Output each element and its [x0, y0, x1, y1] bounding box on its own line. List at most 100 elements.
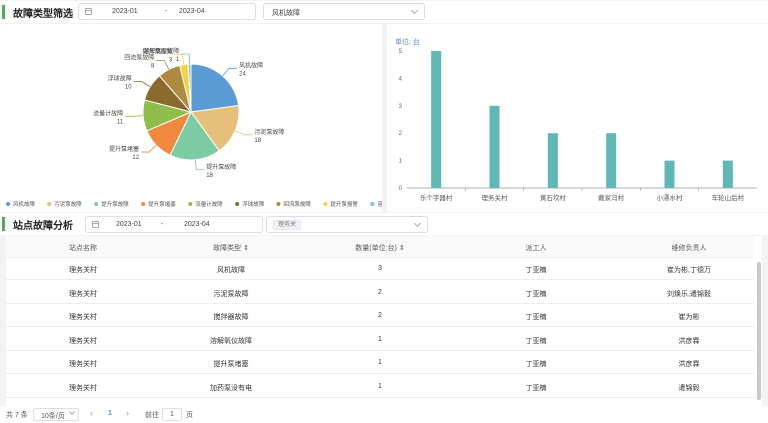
legend-label[interactable]: 回流泵故障 — [283, 200, 311, 208]
legend-marker[interactable] — [94, 202, 99, 206]
page-size-select[interactable]: 10条/页 — [33, 408, 79, 421]
pie-label-value: 1 — [176, 57, 180, 63]
table-cell: 理务关村 — [69, 314, 97, 321]
table-cell: 丁亚楠 — [525, 290, 547, 298]
section-title: 故障类型筛选 — [13, 8, 73, 20]
table-cell: 1 — [378, 335, 382, 343]
bar[interactable] — [547, 133, 558, 188]
date-start[interactable]: 2023-01 — [116, 221, 142, 228]
table-cell: 理务关村 — [69, 267, 97, 274]
legend-label[interactable]: 溶解氧仪故障 — [377, 200, 411, 208]
bar[interactable] — [489, 105, 500, 188]
legend-marker[interactable] — [276, 202, 281, 206]
date-end[interactable]: 2023-04 — [179, 8, 205, 15]
y-tick-label: 4 — [399, 76, 403, 82]
bar[interactable] — [664, 160, 675, 188]
table-cell: 理务关村 — [69, 384, 97, 392]
station-bar-chart: 单位: 台 0 1 2 3 4 5 乐个字器村 理务关村 黄石坎村 戴家冯村 小漂水村 车轮山后村 — [395, 37, 757, 202]
table-row[interactable]: 理务关村 加药泵没有电 1 丁亚楠 遣锦毅 — [6, 376, 754, 398]
section-accent — [2, 5, 5, 19]
legend-label[interactable]: 提升泵报警 — [330, 200, 358, 208]
table-row[interactable]: 理务关村 提升泵堵塞 1 丁亚楠 洪彦霖 — [6, 352, 754, 374]
fault-type-value: 风机故障 — [272, 10, 300, 17]
pie-label-line — [234, 130, 253, 136]
table-row[interactable]: 理务关村 搅拌器故障 2 丁亚楠 崔为彬 — [6, 305, 754, 327]
table-cell: 2 — [378, 312, 382, 319]
fault-type-select[interactable]: 风机故障 — [263, 3, 425, 20]
date-range-picker[interactable]: 2023-01 - 2023-04 — [78, 3, 256, 20]
pie-label-line — [222, 67, 238, 77]
pie-label-line — [133, 81, 151, 88]
legend-marker[interactable] — [47, 202, 52, 206]
pie-label-value: 18 — [206, 173, 213, 179]
legend-label[interactable]: 风机故障 — [13, 200, 36, 208]
station-tag[interactable]: 理务关 — [273, 220, 302, 230]
table-cell: 理务关村 — [69, 361, 97, 368]
bar[interactable] — [431, 51, 442, 188]
legend-label[interactable]: 流量计故障 — [195, 200, 223, 208]
pie-label-value: 8 — [151, 64, 155, 70]
pie-label-line — [125, 115, 144, 117]
bar[interactable] — [606, 133, 617, 188]
legend-marker[interactable] — [323, 202, 328, 206]
x-tick-label: 小漂水村 — [657, 193, 684, 202]
legend-label[interactable]: 提升泵堵塞 — [148, 200, 176, 208]
pie-label-name: 溶解氧仪故障 — [143, 47, 179, 55]
table-cell: 丁亚楠 — [525, 384, 547, 392]
x-tick-label: 黄石坎村 — [540, 193, 567, 202]
pie-label-value: 10 — [125, 85, 132, 91]
fault-type-pie-chart: 风机故障24污泥泵故障18提升泵故障18提升泵堵塞12流量计故障11浮球故障10… — [6, 47, 411, 208]
legend-marker[interactable] — [370, 202, 375, 206]
chevron-down-icon — [69, 409, 75, 415]
table-scrollbar[interactable] — [757, 262, 761, 400]
table-row[interactable]: 理务关村回流泵故障1丁亚楠丁德万 — [6, 399, 754, 406]
next-page-button[interactable]: › — [126, 408, 129, 418]
sort-icon[interactable]: ⇕ — [243, 245, 249, 252]
col-station: 站点名称 — [69, 245, 97, 252]
col-quantity[interactable]: 数量(单位:台) ⇕ — [355, 243, 404, 253]
station-select[interactable]: 理务关 — [266, 216, 428, 233]
section-title: 站点故障分析 — [13, 220, 73, 232]
legend-label[interactable]: 提升泵故障 — [101, 200, 129, 208]
date-separator: - — [165, 8, 168, 15]
date-start[interactable]: 2023-01 — [112, 8, 138, 15]
page-size-value: 10条/页 — [41, 413, 65, 420]
legend-marker[interactable] — [235, 202, 240, 206]
section-accent — [2, 217, 5, 231]
pie-label-line — [156, 60, 170, 70]
pie-label-name: 流量计故障 — [93, 109, 123, 117]
y-tick-label: 3 — [399, 104, 403, 110]
sort-icon[interactable]: ⇕ — [399, 245, 405, 252]
table-cell: 崔为彬 — [678, 314, 700, 321]
pie-label-value: 3 — [169, 58, 173, 64]
table-row[interactable]: 理务关村 溶解氧仪故障 1 丁亚楠 洪彦霖 — [6, 329, 754, 351]
table-cell: 搅拌器故障 — [213, 314, 249, 321]
table-row[interactable]: 理务关村 风机故障 3 丁亚楠 崔为彬,丁德万 — [6, 258, 754, 280]
legend-marker[interactable] — [6, 202, 10, 206]
prev-page-button[interactable]: ‹ — [90, 408, 93, 418]
legend-label[interactable]: 污泥泵故障 — [54, 200, 82, 208]
table-cell: 2 — [378, 288, 382, 296]
table-cell: 丁亚楠 — [525, 267, 547, 274]
pie-slice[interactable] — [190, 63, 240, 113]
date-end[interactable]: 2023-04 — [184, 221, 210, 228]
total-count: 共 7 条 — [6, 412, 28, 419]
chevron-down-icon — [410, 6, 419, 15]
table-cell: 丁亚楠 — [525, 361, 547, 368]
pie-label-value: 24 — [239, 71, 246, 77]
legend-marker[interactable] — [141, 202, 146, 206]
page-suffix: 页 — [186, 412, 193, 419]
legend-marker[interactable] — [188, 202, 193, 206]
bar[interactable] — [722, 160, 733, 188]
goto-page-input[interactable]: 1 — [162, 408, 182, 421]
legend-label[interactable]: 浮球故障 — [242, 200, 265, 208]
x-tick-label: 乐个字器村 — [420, 193, 453, 202]
table-row[interactable]: 理务关村 污泥泵故障 2 丁亚楠 刘焕乐,遣锦毅 — [6, 282, 754, 304]
station-date-range-picker[interactable]: 2023-01 - 2023-04 — [85, 216, 263, 233]
table-header: 站点名称 故障类型 ⇕ 数量(单位:台) ⇕ 派工人 维修负责人 — [6, 236, 754, 258]
col-fault-type[interactable]: 故障类型 ⇕ — [213, 243, 249, 253]
col-repair-lead: 维修负责人 — [671, 245, 707, 252]
current-page[interactable]: 1 — [108, 410, 112, 417]
table-cell: 1 — [378, 382, 382, 390]
table-cell: 提升泵堵塞 — [213, 361, 249, 368]
